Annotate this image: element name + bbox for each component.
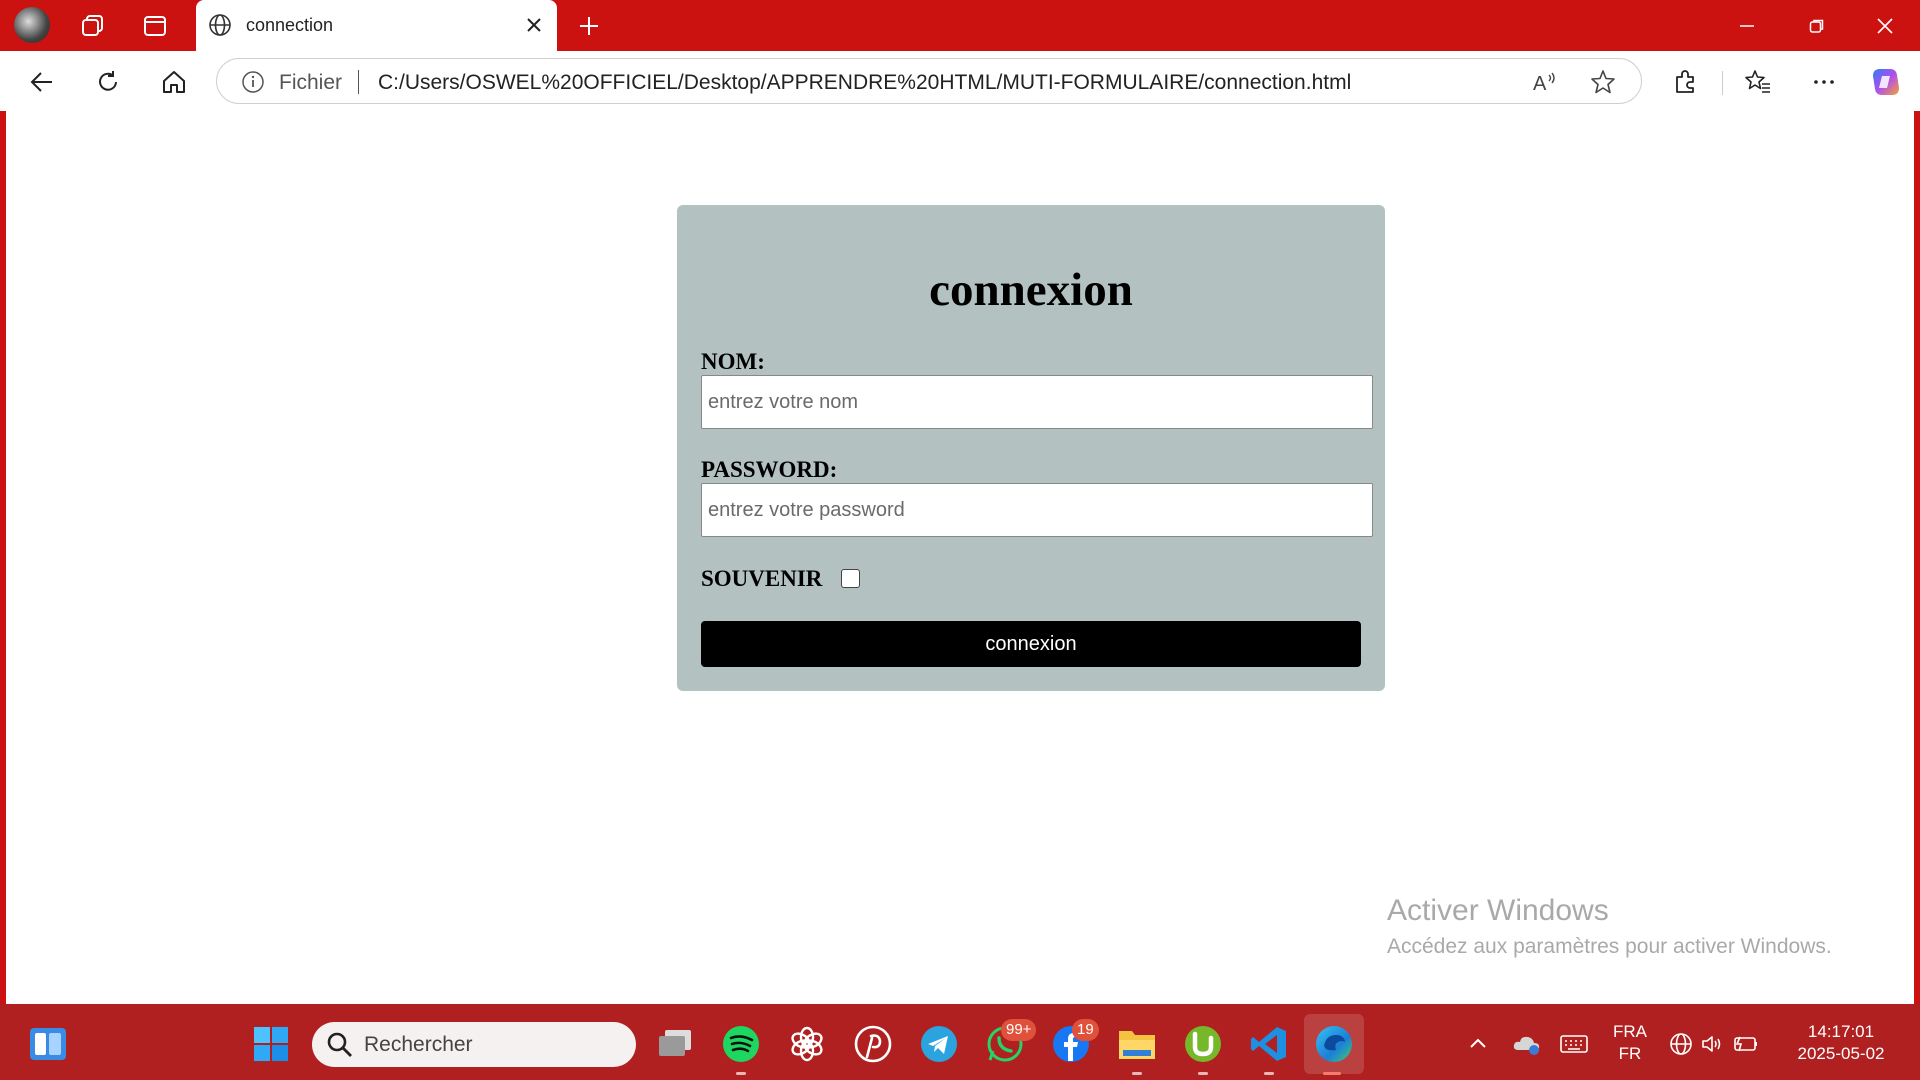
facebook-badge: 19 bbox=[1072, 1019, 1099, 1041]
pinterest-icon[interactable] bbox=[851, 1022, 895, 1066]
taskbar-search[interactable]: Rechercher bbox=[312, 1022, 636, 1067]
task-view-icon[interactable] bbox=[653, 1022, 697, 1066]
page-viewport: connexion NOM: PASSWORD: SOUVENIR connex… bbox=[6, 111, 1914, 1004]
address-bar[interactable]: Fichier C:/Users/OSWEL%20OFFICIEL/Deskto… bbox=[216, 58, 1642, 104]
divider bbox=[358, 70, 359, 94]
start-icon[interactable] bbox=[249, 1022, 293, 1066]
globe-icon bbox=[208, 13, 232, 37]
tab-actions-icon[interactable] bbox=[138, 9, 172, 43]
running-indicator bbox=[1264, 1072, 1274, 1075]
tab-connection[interactable]: connection bbox=[196, 0, 557, 51]
keyboard-icon[interactable] bbox=[1552, 1022, 1596, 1066]
running-indicator bbox=[1132, 1072, 1142, 1075]
chatgpt-icon[interactable] bbox=[785, 1022, 829, 1066]
back-button[interactable] bbox=[24, 64, 60, 100]
close-icon[interactable] bbox=[521, 12, 547, 38]
battery-icon[interactable] bbox=[1730, 1022, 1760, 1066]
login-button[interactable]: connexion bbox=[701, 621, 1361, 667]
tab-title: connection bbox=[246, 15, 334, 35]
clock-date[interactable]: 2025-05-02 bbox=[1786, 1044, 1896, 1064]
windows-taskbar: Rechercher 99+ 19 FRA FR 14:17:01 2025-0… bbox=[0, 1004, 1920, 1080]
utorrent-icon[interactable] bbox=[1181, 1022, 1225, 1066]
search-icon bbox=[326, 1031, 354, 1059]
language-indicator[interactable]: FRA bbox=[1603, 1022, 1657, 1042]
login-form: connexion NOM: PASSWORD: SOUVENIR connex… bbox=[677, 205, 1385, 691]
search-placeholder: Rechercher bbox=[364, 1033, 473, 1056]
refresh-button[interactable] bbox=[90, 64, 126, 100]
home-button[interactable] bbox=[156, 64, 192, 100]
url-text[interactable]: C:/Users/OSWEL%20OFFICIEL/Desktop/APPREN… bbox=[378, 71, 1351, 95]
widgets-icon[interactable] bbox=[26, 1022, 70, 1066]
browser-toolbar: Fichier C:/Users/OSWEL%20OFFICIEL/Deskto… bbox=[0, 51, 1920, 111]
workspaces-icon[interactable] bbox=[76, 9, 110, 43]
file-explorer-icon[interactable] bbox=[1115, 1022, 1159, 1066]
restore-button[interactable] bbox=[1782, 0, 1852, 51]
edge-icon[interactable] bbox=[1312, 1022, 1356, 1066]
running-indicator bbox=[736, 1072, 746, 1075]
favorite-star-icon[interactable] bbox=[1590, 69, 1616, 95]
profile-avatar[interactable] bbox=[14, 7, 50, 43]
keyboard-layout-indicator[interactable]: FR bbox=[1603, 1044, 1657, 1064]
volume-icon[interactable] bbox=[1698, 1022, 1726, 1066]
extensions-icon[interactable] bbox=[1667, 64, 1703, 100]
telegram-icon[interactable] bbox=[917, 1022, 961, 1066]
activation-watermark-subtitle: Accédez aux paramètres pour activer Wind… bbox=[1387, 935, 1832, 958]
chevron-up-icon[interactable] bbox=[1456, 1022, 1500, 1066]
svg-text:A: A bbox=[1533, 73, 1547, 95]
favorites-icon[interactable] bbox=[1740, 64, 1776, 100]
minimize-button[interactable] bbox=[1712, 0, 1782, 51]
scheme-label: Fichier bbox=[279, 71, 343, 94]
password-input[interactable] bbox=[701, 483, 1373, 537]
whatsapp-badge: 99+ bbox=[1001, 1019, 1037, 1041]
network-globe-icon[interactable] bbox=[1666, 1022, 1696, 1066]
name-input[interactable] bbox=[701, 375, 1373, 429]
copilot-icon[interactable] bbox=[1868, 64, 1904, 100]
read-aloud-icon[interactable]: A bbox=[1532, 69, 1558, 95]
onedrive-icon[interactable] bbox=[1505, 1022, 1549, 1066]
password-label: PASSWORD: bbox=[701, 457, 838, 482]
clock-time[interactable]: 14:17:01 bbox=[1786, 1022, 1896, 1042]
spotify-icon[interactable] bbox=[719, 1022, 763, 1066]
remember-checkbox[interactable] bbox=[841, 569, 860, 588]
browser-tab-bar: connection bbox=[0, 0, 1920, 51]
form-title: connexion bbox=[929, 264, 1133, 316]
more-options-icon[interactable] bbox=[1806, 64, 1842, 100]
vscode-icon[interactable] bbox=[1247, 1022, 1291, 1066]
new-tab-button[interactable] bbox=[572, 9, 606, 43]
activation-watermark-title: Activer Windows bbox=[1387, 894, 1609, 927]
info-icon[interactable] bbox=[241, 70, 265, 94]
close-window-button[interactable] bbox=[1850, 0, 1920, 51]
name-label: NOM: bbox=[701, 349, 765, 374]
running-indicator bbox=[1198, 1072, 1208, 1075]
remember-label: SOUVENIR bbox=[701, 566, 823, 591]
active-indicator bbox=[1323, 1072, 1341, 1075]
divider bbox=[1722, 71, 1723, 95]
